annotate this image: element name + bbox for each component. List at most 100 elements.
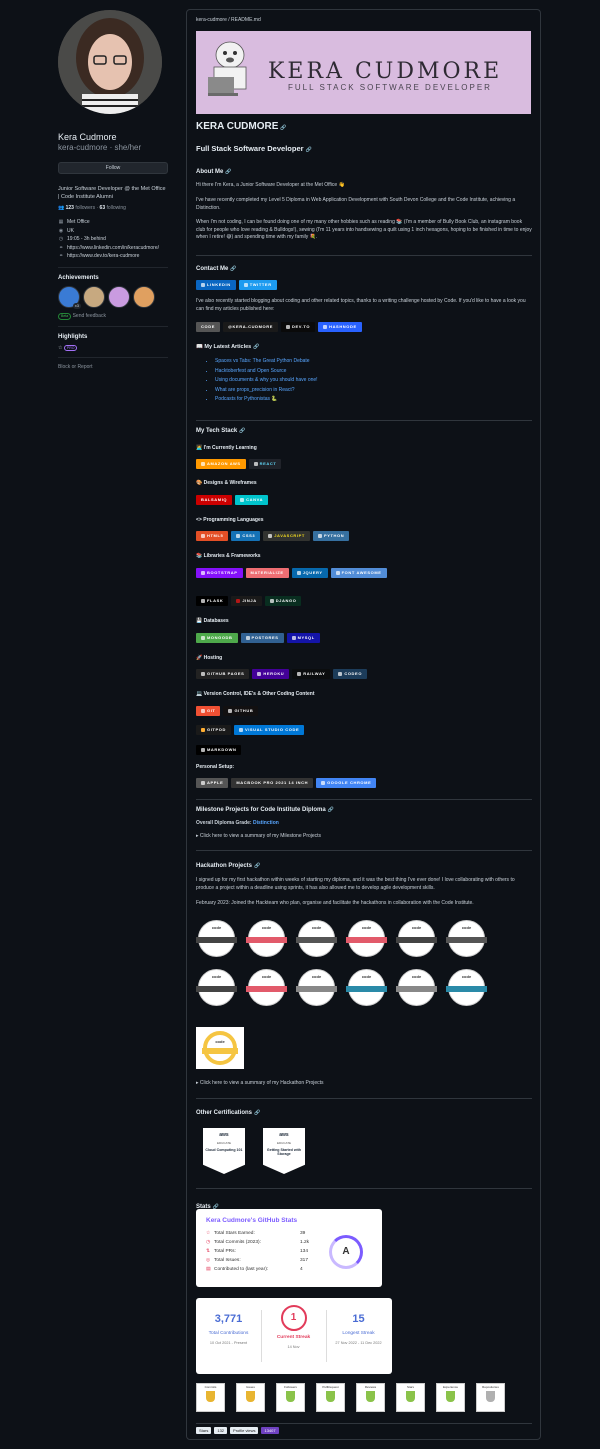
cert-ribbon <box>246 937 287 943</box>
stars-badge-label[interactable]: Stars <box>196 1427 212 1435</box>
block-report-link[interactable]: Block or Report <box>58 364 168 371</box>
cert-ribbon <box>346 986 387 992</box>
code-user-badge[interactable]: @KERA-CUDMORE <box>222 322 279 332</box>
hackathon-certificate[interactable]: code <box>196 920 237 957</box>
jinja-badge: Jinja <box>231 596 262 606</box>
hackathon-certificate[interactable]: code <box>246 920 287 957</box>
linkedin-row: ⚭ https://www.linkedin.com/in/keracudmore… <box>58 244 168 253</box>
article-link[interactable]: What are props_precision in React? <box>215 386 318 396</box>
link-icon[interactable]: 🔗 <box>280 125 286 131</box>
hackathon-certificate[interactable]: code <box>396 920 437 957</box>
grade-value[interactable]: Distinction <box>253 820 279 826</box>
bootstrap-badge: Bootstrap <box>196 568 243 578</box>
hackathon-certificate[interactable]: code <box>446 920 487 957</box>
repo-icon: ▤ <box>206 1267 211 1272</box>
stat-label: Total Issues: <box>214 1258 241 1263</box>
twitter-badge[interactable]: Twitter <box>238 280 277 290</box>
link-icon[interactable]: 🔗 <box>225 169 231 175</box>
current-date: 14 Nov <box>287 1345 300 1350</box>
article-link[interactable]: Hacktoberfest and Open Source <box>215 367 318 377</box>
hackathon-certificate[interactable]: code <box>396 969 437 1006</box>
hackathon-certificates-row-1: code code code code code code <box>196 920 487 957</box>
link-icon[interactable]: 🔗 <box>239 428 245 434</box>
bulldog-laptop-icon <box>208 41 247 96</box>
devto-badge[interactable]: DEV.TO <box>281 322 316 332</box>
articles-heading: 📖 My Latest Articles 🔗 <box>196 344 259 351</box>
readme-panel: kera-cudmore / README.md KERA CUDMORE FU… <box>186 9 541 1440</box>
send-feedback-link[interactable]: Send feedback <box>73 313 106 319</box>
hashnode-badge[interactable]: HASHNODE <box>318 322 362 332</box>
trophy: Repositories <box>476 1383 505 1412</box>
hackathon-certificate[interactable]: code <box>246 969 287 1006</box>
following-count[interactable]: 63 <box>100 205 106 211</box>
cert-label: code <box>361 925 372 930</box>
link-icon[interactable]: 🔗 <box>328 807 334 813</box>
follow-button[interactable]: Follow <box>58 161 168 174</box>
trophy: Commits <box>196 1383 225 1412</box>
css3-icon <box>236 534 241 538</box>
contact-heading: Contact Me 🔗 <box>196 265 237 273</box>
total-value: 3,771 <box>214 1313 243 1325</box>
avatar[interactable] <box>58 10 162 114</box>
achievement-badge[interactable]: x3 <box>58 285 81 309</box>
badge-label: Gitpod <box>207 727 226 733</box>
cert-ribbon <box>346 937 387 943</box>
vcs-badges-1: Git GitHub <box>196 706 259 716</box>
profile-name: Kera Cudmore <box>58 132 117 142</box>
link-icon[interactable]: 🔗 <box>306 147 312 153</box>
hackathon-certificate[interactable]: code <box>446 969 487 1006</box>
aws-title: Getting Started with Storage <box>266 1147 302 1157</box>
link-icon[interactable]: 🔗 <box>254 863 260 869</box>
badge-label: CSS3 <box>242 533 256 539</box>
github-pages-badge: GitHub Pages <box>196 669 250 679</box>
about-paragraph-3: When I'm not coding, I can be found doin… <box>196 219 532 240</box>
link-icon[interactable]: 🔗 <box>253 344 259 350</box>
readme-subtitle: Full Stack Software Developer 🔗 <box>196 144 312 154</box>
setup-heading: Personal Setup: <box>196 764 235 770</box>
hackathon-certificate[interactable]: code <box>196 969 237 1006</box>
mongodb-icon <box>201 636 205 640</box>
readme-path[interactable]: kera-cudmore / README.md <box>196 17 261 24</box>
hackathon-certificate[interactable]: code <box>296 920 337 957</box>
code-badge[interactable]: Code <box>196 322 220 332</box>
hackathon-certificate[interactable]: code <box>346 969 387 1006</box>
achievement-badge[interactable] <box>83 285 105 308</box>
article-link[interactable]: Using documents & why you should have on… <box>215 376 318 386</box>
gold-cert-badge: code <box>202 1031 238 1065</box>
people-icon: 👥 <box>58 205 65 212</box>
devto-link[interactable]: https://www.dev.to/kera-cudmore <box>67 253 139 260</box>
linkedin-link[interactable]: https://www.linkedin.com/in/keracudmore/ <box>67 245 159 252</box>
contact-paragraph: I've also recently started blogging abou… <box>196 298 526 312</box>
aws-level: EDUCATE <box>276 1140 292 1145</box>
learning-heading: 🧑‍💻 I'm Currently Learning <box>196 445 257 451</box>
followers-count[interactable]: 123 <box>66 205 74 211</box>
followers-link[interactable]: followers <box>75 205 95 211</box>
divider <box>58 325 168 327</box>
achievement-badge[interactable] <box>133 285 155 308</box>
hackathon-paragraph-2: February 2023: Joined the Hackteam who p… <box>196 900 474 906</box>
link-icon[interactable]: 🔗 <box>254 1110 260 1116</box>
article-link[interactable]: Spaces vs Tabs: The Great Python Debate <box>215 357 318 367</box>
aws-badge-storage[interactable]: aws EDUCATE Getting Started with Storage <box>263 1128 305 1174</box>
stars-badge-count[interactable]: 132 <box>214 1427 228 1435</box>
linkedin-badge[interactable]: LinkedIn <box>196 280 236 290</box>
hackathon-certificate[interactable]: code <box>346 920 387 957</box>
article-link[interactable]: Podcasts for Pythonistas 🐍 <box>215 395 318 405</box>
hackathon-certificate[interactable]: code <box>296 969 337 1006</box>
achievement-badge[interactable] <box>108 285 130 308</box>
link-icon[interactable]: 🔗 <box>230 266 236 272</box>
react-badge: React <box>248 459 282 469</box>
highlights-row: ☆ PRO <box>58 344 168 352</box>
longest-streak: 15 Longest Streak 27 Nov 2022 - 11 Dec 2… <box>326 1298 391 1374</box>
hackathon-summary-toggle[interactable]: ▸ Click here to view a summary of my Hac… <box>196 1080 532 1088</box>
milestone-summary-toggle[interactable]: ▸ Click here to view a summary of my Mil… <box>196 833 532 841</box>
total-contributions: 3,771 Total Contributions 10 Oct 2021 - … <box>196 1298 261 1374</box>
aws-badge-cloud-computing[interactable]: aws EDUCATE Cloud Computing 101 <box>203 1128 245 1174</box>
bootstrap-icon <box>201 571 205 575</box>
hackathon-certificate-gold[interactable]: code <box>196 1027 244 1069</box>
profile-views-label: Profile views <box>230 1427 259 1435</box>
articles-list: Spaces vs Tabs: The Great Python Debate … <box>207 357 318 405</box>
following-link[interactable]: following <box>107 205 126 211</box>
vscode-badge: Visual Studio Code <box>233 725 305 735</box>
badge-label: LinkedIn <box>207 282 231 288</box>
